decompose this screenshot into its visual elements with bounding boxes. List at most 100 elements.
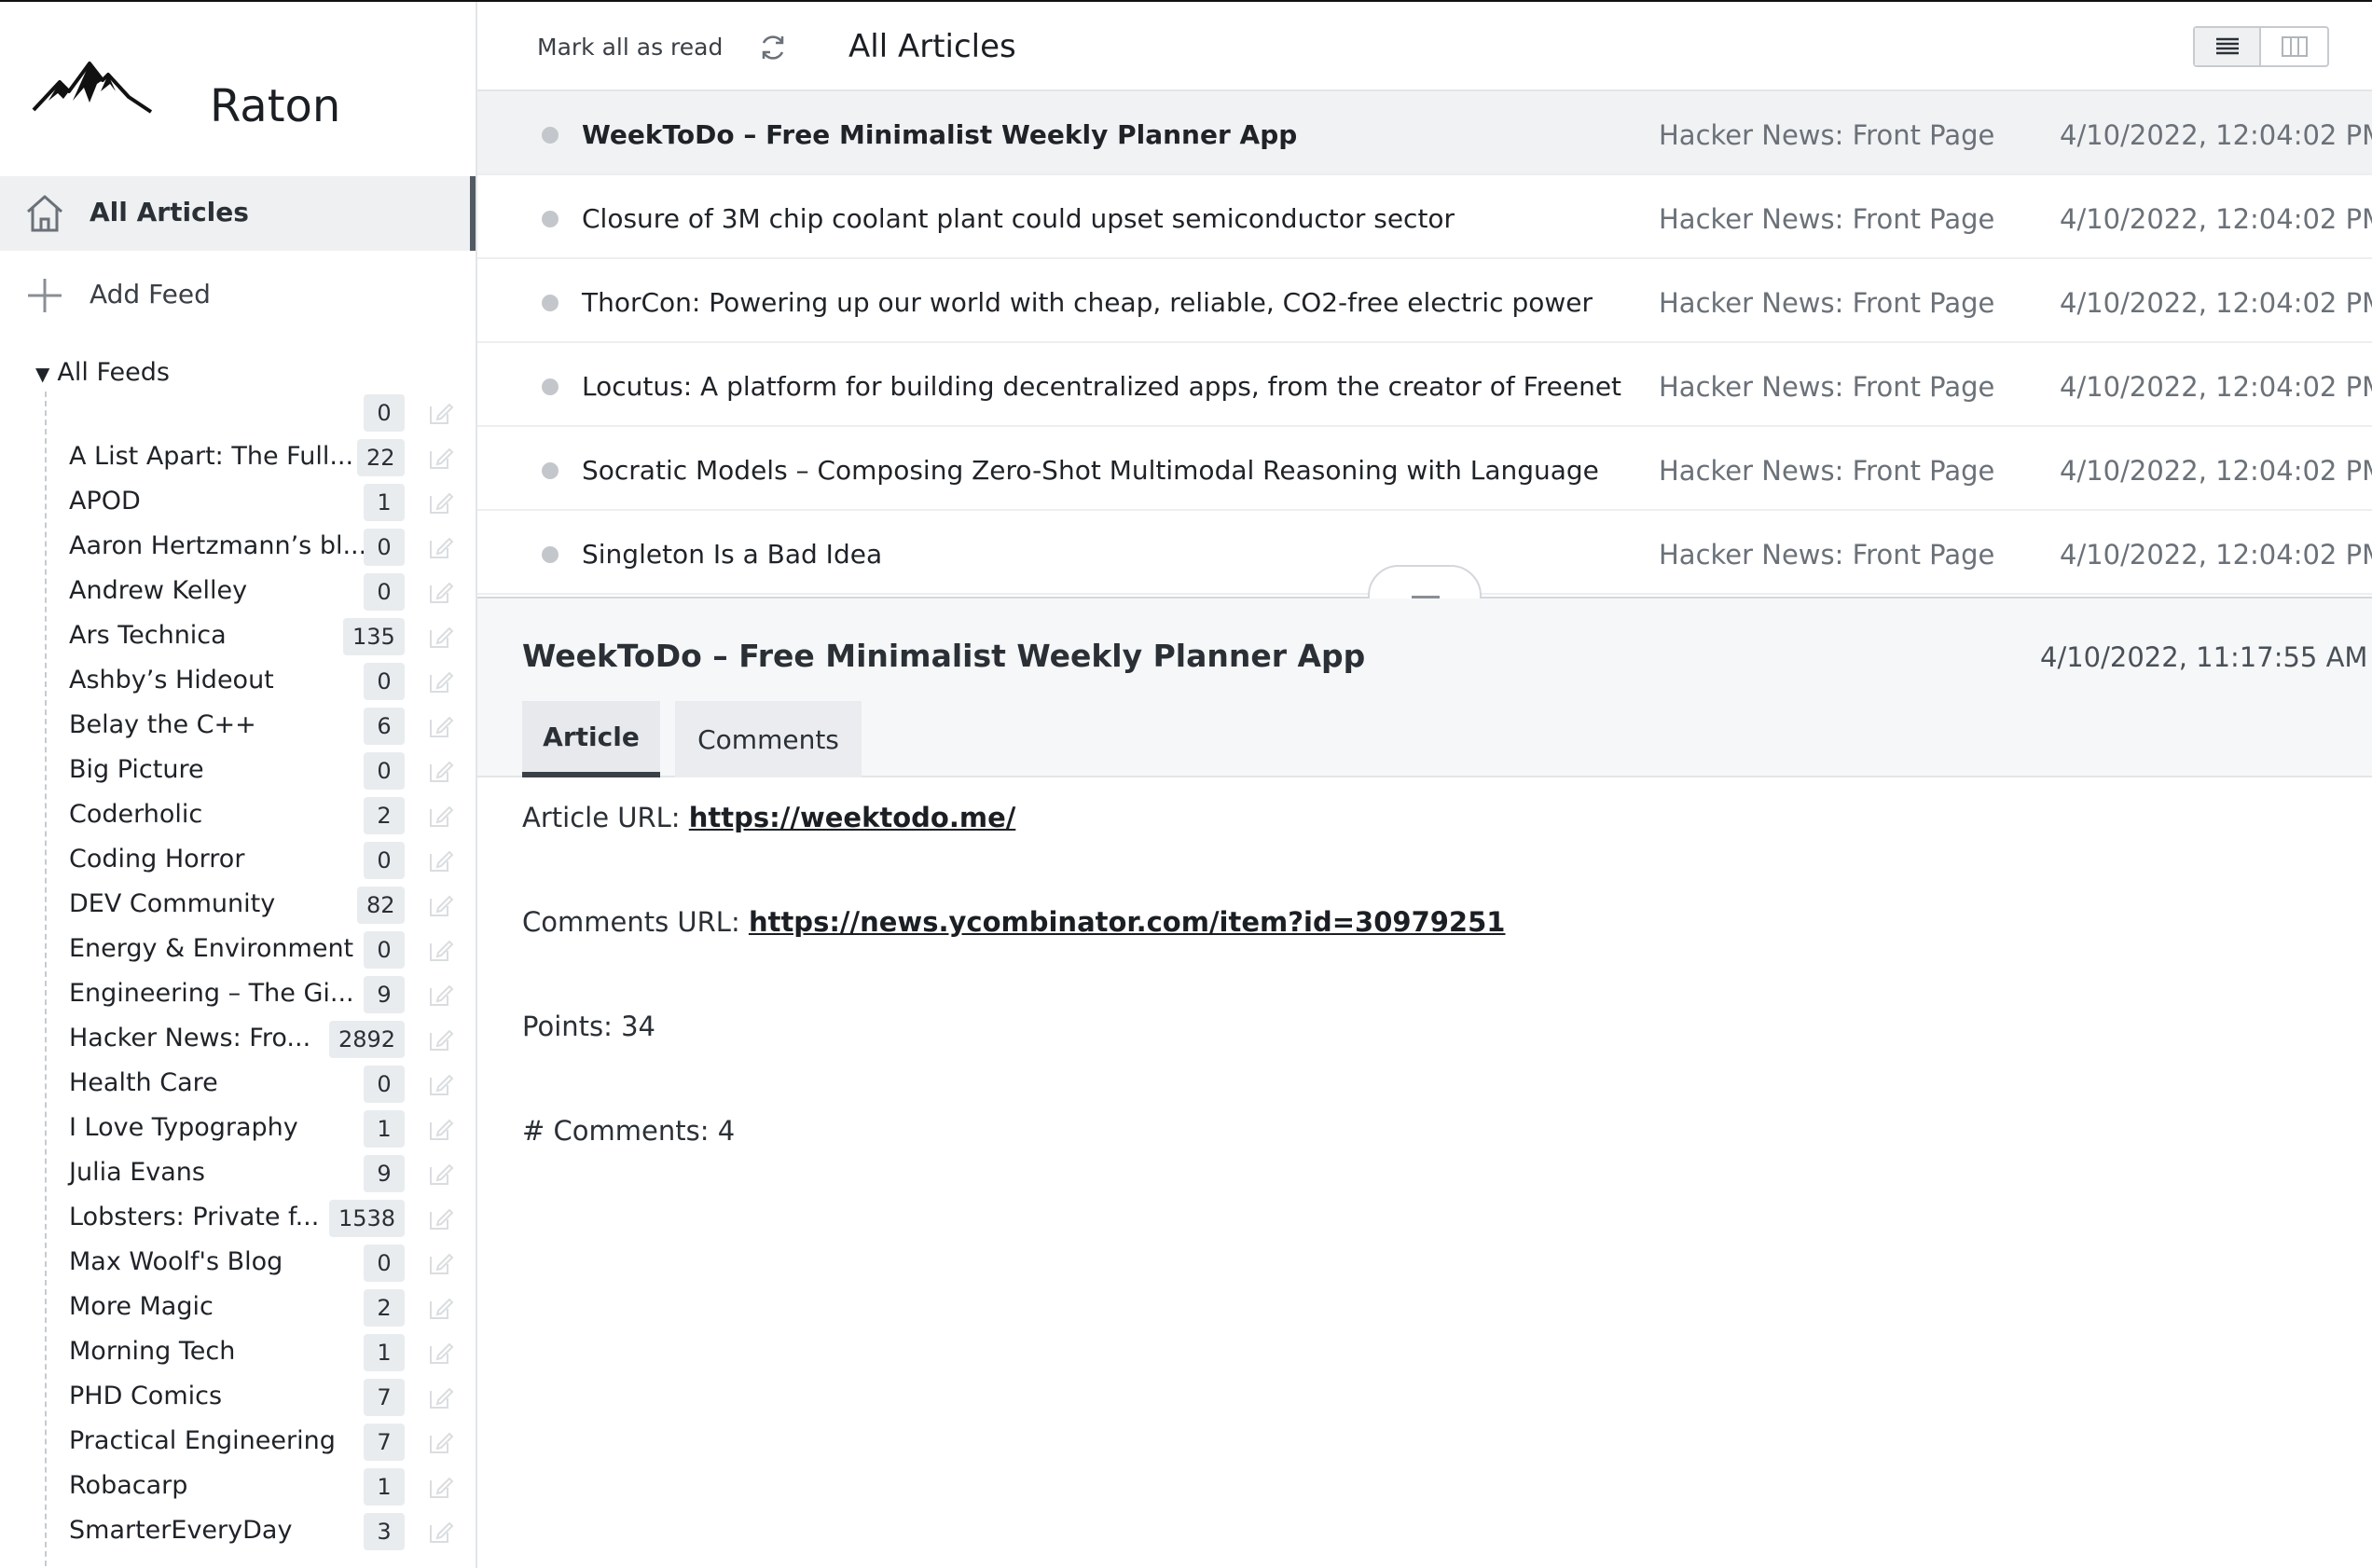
sidebar-feed-item[interactable]: Energy & Environment 0 [47,928,476,973]
unread-count-badge: 1 [364,1334,405,1371]
edit-feed-icon[interactable] [427,802,455,830]
feed-name: Health Care [69,1068,218,1097]
sidebar-feed-item[interactable]: Max Woolf's Blog 0 [47,1242,476,1286]
edit-feed-icon[interactable] [427,757,455,785]
article-row[interactable]: Socratic Models – Composing Zero-Shot Mu… [477,427,2372,511]
sidebar-feed-item[interactable]: Robacarp 1 [47,1465,476,1510]
columns-view-button[interactable] [2261,28,2327,65]
edit-feed-icon[interactable] [427,667,455,695]
article-source: Hacker News: Front Page [1659,455,1995,487]
mark-all-read-button[interactable]: Mark all as read [537,34,723,61]
article-row[interactable]: Locutus: A platform for building decentr… [477,343,2372,427]
sidebar-feed-item[interactable]: Engineering – The Gi... 9 [47,973,476,1018]
home-icon [27,195,62,232]
sidebar-item-label: All Articles [90,197,249,227]
unread-count-badge: 1 [364,1110,405,1148]
sidebar-feed-item[interactable]: More Magic 2 [47,1286,476,1331]
sidebar-feed-item[interactable]: Lobsters: Private f... 1538 [47,1197,476,1242]
comments-url-link[interactable]: https://news.ycombinator.com/item?id=309… [749,906,1506,938]
unread-dot-icon [542,211,559,227]
article-date: 4/10/2022, 12:04:02 PM [2060,455,2372,487]
sidebar-item-all-articles[interactable]: All Articles [0,176,476,251]
unread-count-badge: 1538 [329,1200,406,1237]
edit-feed-icon[interactable] [427,1383,455,1411]
edit-feed-icon[interactable] [427,1294,455,1322]
sidebar-feed-item[interactable]: DEV Community 82 [47,884,476,928]
list-view-button[interactable] [2195,28,2261,65]
feed-name: Max Woolf's Blog [69,1247,283,1276]
article-date: 4/10/2022, 12:04:02 PM [2060,539,2372,571]
points-text: Points: 34 [522,1011,656,1042]
edit-feed-icon[interactable] [427,1115,455,1143]
sidebar: Raton All Articles Add Feed ▼ All Feeds 0… [0,2,477,1568]
unread-count-badge: 3 [364,1513,405,1550]
article-row[interactable]: ThorCon: Powering up our world with chea… [477,259,2372,343]
all-feeds-toggle[interactable]: ▼ All Feeds [35,358,170,387]
sidebar-feed-item[interactable]: Morning Tech 1 [47,1331,476,1376]
sidebar-feed-item[interactable]: Andrew Kelley 0 [47,571,476,615]
feed-name: Big Picture [69,755,204,784]
edit-feed-icon[interactable] [427,578,455,606]
edit-feed-icon[interactable] [427,488,455,516]
edit-feed-icon[interactable] [427,1204,455,1232]
sidebar-feed-item[interactable]: A List Apart: The Full... 22 [47,436,476,481]
edit-feed-icon[interactable] [427,444,455,472]
feed-name: Andrew Kelley [69,576,248,605]
feed-name: Aaron Hertzmann’s bl... [69,531,367,560]
tab-comments[interactable]: Comments [675,701,862,777]
article-row[interactable]: Closure of 3M chip coolant plant could u… [477,175,2372,259]
sidebar-feed-item[interactable]: Julia Evans 9 [47,1152,476,1197]
sidebar-feed-item[interactable]: I Love Typography 1 [47,1107,476,1152]
edit-feed-icon[interactable] [427,1025,455,1053]
unread-count-badge: 0 [364,663,405,700]
comments-url-label: Comments URL: [522,906,749,938]
refresh-icon[interactable] [757,32,789,63]
unread-count-badge: 0 [364,1066,405,1103]
unread-dot-icon [542,127,559,144]
article-row[interactable]: WeekToDo – Free Minimalist Weekly Planne… [477,91,2372,175]
view-toggle [2193,26,2329,67]
add-feed-button[interactable]: Add Feed [0,258,476,333]
sidebar-feed-item[interactable]: Ars Technica 135 [47,615,476,660]
edit-feed-icon[interactable] [427,1249,455,1277]
sidebar-feed-item[interactable]: Big Picture 0 [47,750,476,794]
edit-feed-icon[interactable] [427,1518,455,1546]
sidebar-feed-item[interactable]: Coding Horror 0 [47,839,476,884]
sidebar-feed-item[interactable]: Aaron Hertzmann’s bl... 0 [47,526,476,571]
edit-feed-icon[interactable] [427,981,455,1009]
edit-feed-icon[interactable] [427,1473,455,1501]
article-preview-header: WeekToDo – Free Minimalist Weekly Planne… [477,598,2372,777]
edit-feed-icon[interactable] [427,936,455,964]
sidebar-feed-item[interactable]: Ashby’s Hideout 0 [47,660,476,705]
unread-count-badge: 1 [364,1468,405,1506]
edit-feed-icon[interactable] [427,623,455,651]
feed-name: Robacarp [69,1471,188,1500]
edit-feed-icon[interactable] [427,712,455,740]
edit-feed-icon[interactable] [427,1428,455,1456]
edit-feed-icon[interactable] [427,533,455,561]
sidebar-feed-item[interactable]: SmarterEveryDay 3 [47,1510,476,1555]
unread-dot-icon [542,378,559,395]
edit-feed-icon[interactable] [427,1339,455,1367]
article-url-link[interactable]: https://weektodo.me/ [689,802,1016,833]
sidebar-feed-item[interactable]: Practical Engineering 7 [47,1421,476,1465]
tab-article[interactable]: Article [522,701,660,777]
comments-url-row: Comments URL: https://news.ycombinator.c… [522,906,1505,938]
edit-feed-icon[interactable] [427,891,455,919]
edit-feed-icon[interactable] [427,846,455,874]
edit-feed-icon[interactable] [427,399,455,427]
app-name: Raton [210,80,341,132]
sidebar-feed-item[interactable]: Coderholic 2 [47,794,476,839]
sidebar-feed-item[interactable]: APOD 1 [47,481,476,526]
sidebar-feed-item[interactable]: Health Care 0 [47,1063,476,1107]
article-date: 4/10/2022, 12:04:02 PM [2060,203,2372,235]
sidebar-feed-item[interactable]: Belay the C++ 6 [47,705,476,750]
sidebar-feed-item[interactable]: 0 [47,392,476,436]
edit-feed-icon[interactable] [427,1160,455,1188]
edit-feed-icon[interactable] [427,1070,455,1098]
sidebar-feed-item[interactable]: PHD Comics 7 [47,1376,476,1421]
unread-count-badge: 0 [364,1245,405,1282]
feed-name: Coderholic [69,800,203,829]
sidebar-feed-item[interactable]: Hacker News: Fro... 2892 [47,1018,476,1063]
feed-name: Coding Horror [69,845,245,873]
